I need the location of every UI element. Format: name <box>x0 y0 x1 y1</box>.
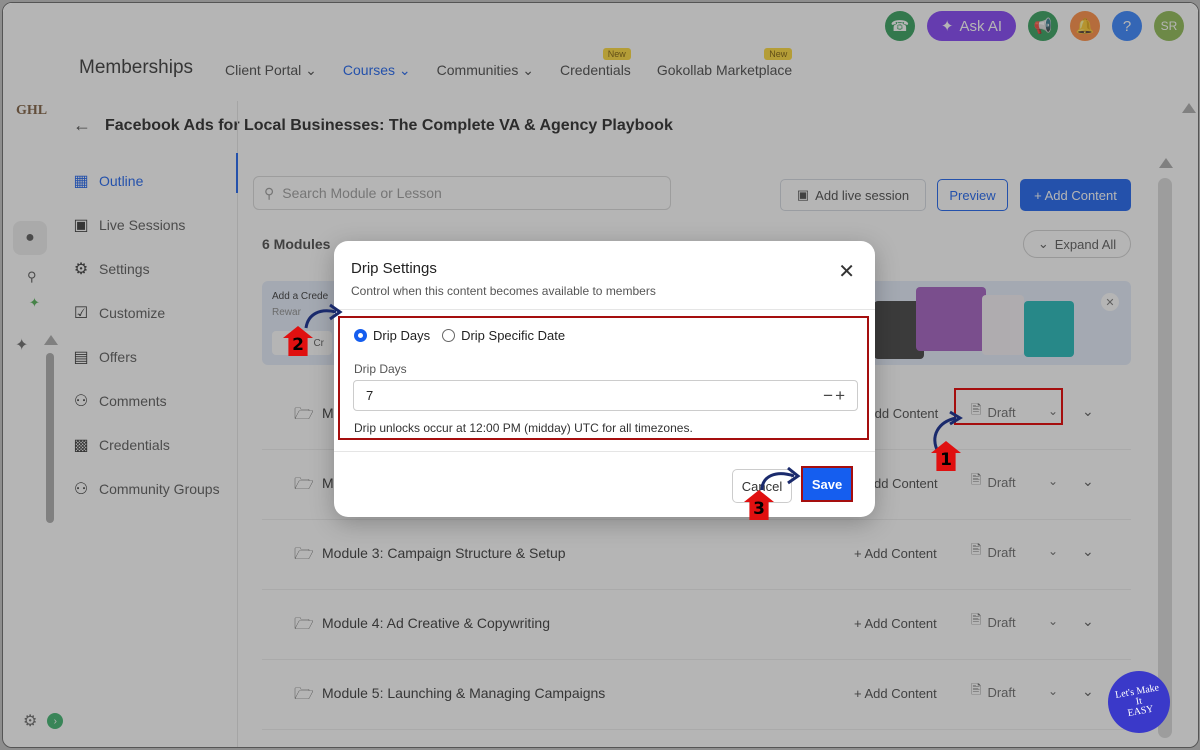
divider <box>334 309 875 310</box>
step3-marker: 3 <box>744 490 774 520</box>
drip-specific-date-label[interactable]: Drip Specific Date <box>461 328 565 343</box>
step2-marker: 2 <box>283 326 313 356</box>
drip-days-input[interactable]: 7 −+ <box>353 380 858 411</box>
modal-subtitle: Control when this content becomes availa… <box>351 284 656 298</box>
app-window: ☎ ✦ Ask AI 📢 🔔 ? SR Memberships Client P… <box>2 2 1199 748</box>
draft-highlight <box>954 388 1063 425</box>
drip-days-radio[interactable] <box>354 329 367 342</box>
drip-days-field-label: Drip Days <box>354 362 407 376</box>
drip-days-label[interactable]: Drip Days <box>373 328 430 343</box>
drip-note: Drip unlocks occur at 12:00 PM (midday) … <box>354 421 693 435</box>
stepper-icons[interactable]: −+ <box>823 386 847 406</box>
close-icon[interactable]: ✕ <box>838 259 855 284</box>
divider <box>334 451 875 452</box>
drip-type-radio-group: Drip Days Drip Specific Date <box>354 328 565 343</box>
step1-marker: 1 <box>931 441 961 471</box>
drip-options-highlight: Drip Days Drip Specific Date Drip Days 7… <box>338 316 869 440</box>
modal-title: Drip Settings <box>351 260 437 277</box>
drip-specific-date-radio[interactable] <box>442 329 456 342</box>
